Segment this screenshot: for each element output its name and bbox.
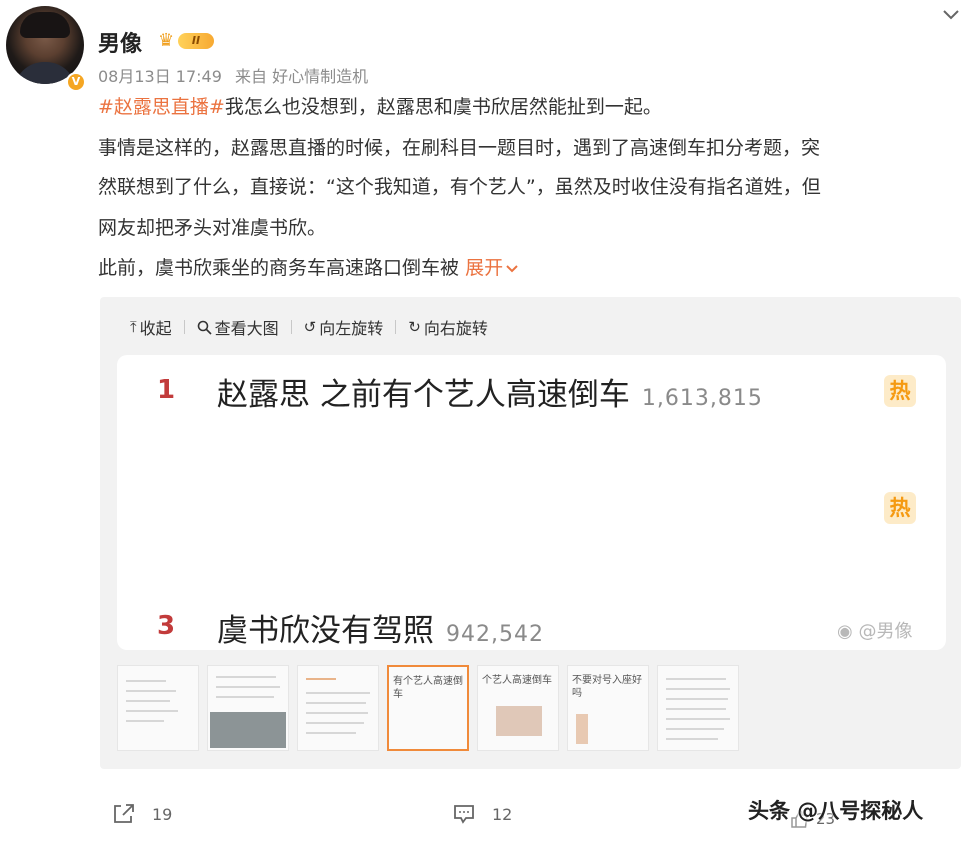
thumb-caption: 个艺人高速倒车 <box>482 675 552 686</box>
thumb-caption: 有个艺人高速倒车 <box>393 676 463 700</box>
view-large-button[interactable]: 查看大图 <box>197 315 279 339</box>
thumb-text-line <box>126 710 178 712</box>
post-line-3: 然联想到了什么，直接说：“这个我知道，有个艺人”，虽然及时收住没有指名道姓，但 <box>98 176 821 198</box>
toolbar-divider <box>290 320 292 334</box>
rotate-right-icon: ↻ <box>408 318 421 336</box>
thumb-text-line <box>216 686 280 688</box>
hot-rank: 3 <box>157 611 176 641</box>
rotate-left-icon: ↺ <box>303 318 317 336</box>
watermark-text: @男像 <box>858 621 913 642</box>
vip-level: II <box>178 33 214 49</box>
post-line-4: 网友却把矛头对准虞书欣。 <box>98 217 327 239</box>
collapse-icon: ⤒ <box>130 318 137 336</box>
thumb-text-line <box>126 720 164 722</box>
expand-button[interactable]: 展开 <box>465 257 519 279</box>
thumb-text-line <box>666 728 724 730</box>
thumb-text-line <box>306 712 368 714</box>
post-meta: 08月13日 17:49 来自 好心情制造机 <box>98 63 368 87</box>
hot-row-1: 1 赵露思 之前有个艺人高速倒车 1,613,815 热 <box>117 369 946 419</box>
post-text-5: 此前，虞书欣乘坐的商务车高速路口倒车被 <box>98 257 460 279</box>
thumbnail[interactable]: 不要对号入座好吗 <box>567 665 649 751</box>
thumbnail[interactable]: 个艺人高速倒车 <box>477 665 559 751</box>
thumb-text-line <box>666 678 726 680</box>
comment-button[interactable]: 12 <box>452 803 512 825</box>
share-button[interactable]: 19 <box>112 803 172 825</box>
post-line-2: 事情是这样的，赵露思直播的时候，在刷科目一题目时，遇到了高速倒车扣分考题，突 <box>98 137 821 159</box>
hot-row-2: 热 <box>117 489 946 539</box>
thumb-text-line <box>306 692 370 694</box>
thumbnail[interactable] <box>657 665 739 751</box>
chevron-down-icon <box>506 264 518 272</box>
thumb-text-line <box>306 722 364 724</box>
thumb-text-line <box>126 690 176 692</box>
expand-label: 展开 <box>465 257 504 279</box>
hot-title: 赵露思 之前有个艺人高速倒车 1,613,815 <box>217 369 763 414</box>
collapse-button[interactable]: ⤒ 收起 <box>130 315 172 339</box>
thumb-text-line <box>126 680 166 682</box>
post-text-1: 我怎么也没想到，赵露思和虞书欣居然能扯到一起。 <box>224 96 662 118</box>
post-line-1: #赵露思直播#我怎么也没想到，赵露思和虞书欣居然能扯到一起。 <box>98 94 960 120</box>
thumbnail[interactable] <box>117 665 199 751</box>
post-date: 08月13日 17:49 <box>98 67 222 86</box>
rotate-right-label: 向右旋转 <box>423 319 488 338</box>
avatar[interactable]: V <box>6 6 86 92</box>
collapse-label: 收起 <box>139 319 172 338</box>
hot-title: 虞书欣没有驾照 942,542 <box>217 605 544 650</box>
post-line-5: 此前，虞书欣乘坐的商务车高速路口倒车被 展开 <box>98 255 960 281</box>
hot-rank: 1 <box>157 375 176 405</box>
thumb-caption: 不要对号入座好吗 <box>572 675 642 699</box>
rotate-right-button[interactable]: ↻ 向右旋转 <box>408 315 488 339</box>
author-name[interactable]: 男像 <box>98 26 142 58</box>
crown-icon: ♛ <box>158 30 175 51</box>
thumb-text-line <box>306 732 356 734</box>
hot-row-3: 3 虞书欣没有驾照 942,542 <box>117 605 946 650</box>
thumb-text-line <box>666 708 726 710</box>
thumb-text-line <box>126 700 170 702</box>
brand-watermark: 头条 @八号探秘人 <box>748 799 924 823</box>
comment-icon <box>454 805 474 824</box>
thumb-text-line <box>666 718 730 720</box>
thumbnail[interactable] <box>207 665 289 751</box>
vip-badge[interactable]: ♛ II <box>158 31 216 51</box>
hot-title-text: 赵露思 之前有个艺人高速倒车 <box>217 377 630 413</box>
source-prefix: 来自 <box>235 67 268 86</box>
thumb-photo <box>576 714 588 744</box>
share-count: 19 <box>152 804 173 824</box>
search-icon <box>197 320 212 335</box>
verified-icon: V <box>66 72 86 92</box>
watermark: ◉ @男像 <box>837 617 912 643</box>
thumb-text-line <box>306 678 336 680</box>
thumb-photo <box>496 706 542 736</box>
hot-search-image[interactable]: 1 赵露思 之前有个艺人高速倒车 1,613,815 热 热 3 虞书欣没有驾照 9… <box>117 355 946 650</box>
viewer-toolbar: ⤒ 收起 查看大图 ↺ 向左旋转 ↻ 向右旋转 <box>130 315 488 339</box>
hashtag-link[interactable]: #赵露思直播# <box>98 96 225 118</box>
thumbnail[interactable] <box>297 665 379 751</box>
thumb-text-line <box>666 698 728 700</box>
share-icon <box>114 804 134 823</box>
hot-count: 1,613,815 <box>641 386 763 411</box>
hot-count: 942,542 <box>446 622 544 647</box>
rotate-left-button[interactable]: ↺ 向左旋转 <box>304 315 384 339</box>
toolbar-divider <box>183 320 185 334</box>
comment-count: 12 <box>492 804 513 824</box>
post-actions: 19 12 23 头条 @八号探秘人 <box>0 795 972 835</box>
post-source[interactable]: 好心情制造机 <box>272 67 368 86</box>
weibo-icon: ◉ <box>837 621 853 642</box>
chevron-down-icon[interactable] <box>940 6 962 24</box>
toolbar-divider <box>395 320 397 334</box>
thumb-text-line <box>216 696 274 698</box>
thumb-photo <box>210 712 286 748</box>
thumbnail-active[interactable]: 有个艺人高速倒车 <box>387 665 469 751</box>
thumb-text-line <box>216 676 276 678</box>
thumbnail-strip: 有个艺人高速倒车 个艺人高速倒车 不要对号入座好吗 <box>117 665 747 753</box>
avatar-hair <box>20 12 70 38</box>
thumb-text-line <box>666 688 730 690</box>
rotate-left-label: 向左旋转 <box>319 319 384 338</box>
thumb-text-line <box>306 702 366 704</box>
hot-tag: 热 <box>884 492 916 524</box>
view-large-label: 查看大图 <box>214 319 279 338</box>
hot-tag: 热 <box>884 375 916 407</box>
hot-title-text: 虞书欣没有驾照 <box>217 613 434 649</box>
thumb-text-line <box>666 738 718 740</box>
